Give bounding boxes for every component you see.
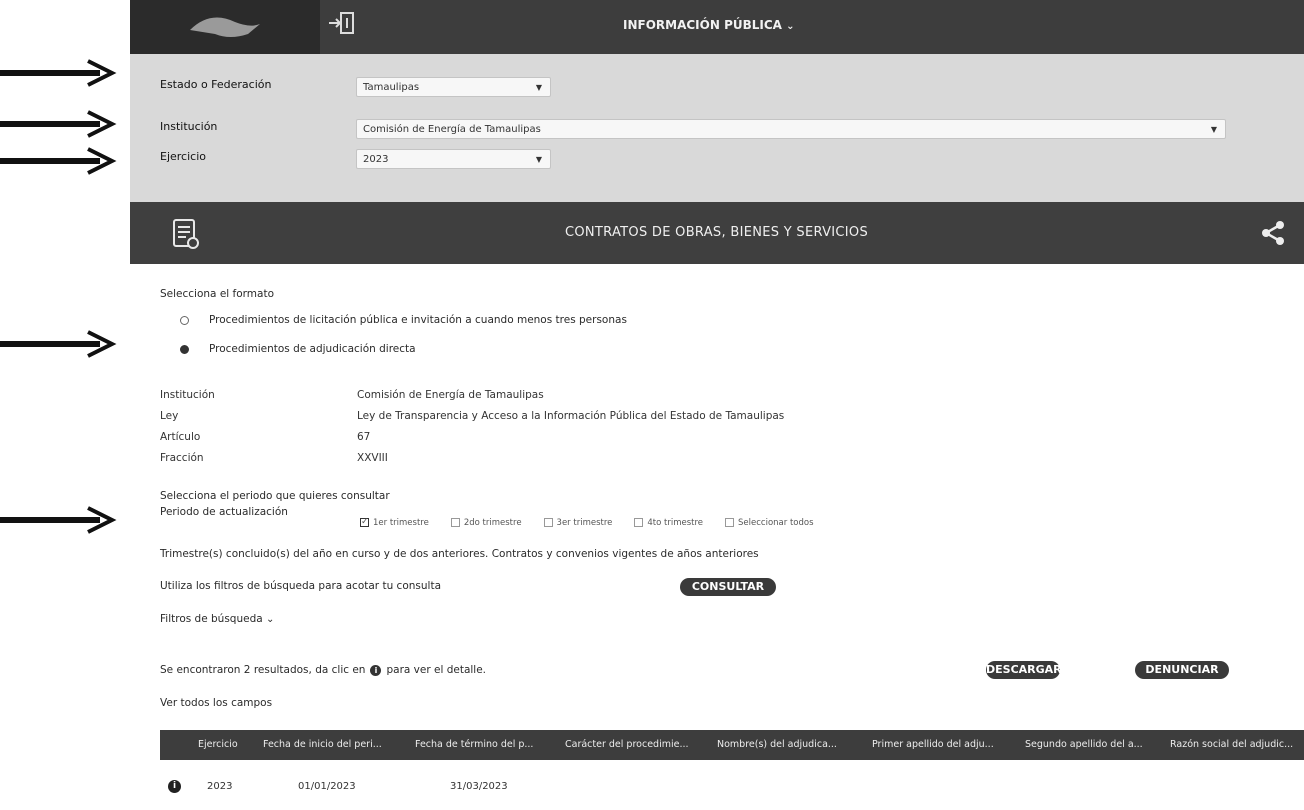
checkbox-icon[interactable] bbox=[725, 518, 735, 527]
filters-panel: Estado o Federación Tamaulipas ▼ Institu… bbox=[130, 54, 1304, 202]
info-icon: i bbox=[370, 664, 382, 676]
caret-down-icon: ▼ bbox=[535, 155, 542, 164]
meta-fraccion-value: XXVIII bbox=[357, 452, 388, 464]
share-icon[interactable] bbox=[1260, 220, 1286, 249]
results-summary-post: para ver el detalle. bbox=[386, 664, 487, 676]
column-header-razon-social[interactable]: Razón social del adjudic... bbox=[1170, 739, 1293, 750]
periodo-option-all[interactable]: Seleccionar todos bbox=[725, 518, 814, 528]
annotation-arrow-estado bbox=[0, 59, 117, 87]
periodo-label: Periodo de actualización bbox=[160, 506, 288, 518]
periodo-options: ✓ 1er trimestre 2do trimestre 3er trimest… bbox=[360, 518, 814, 528]
radio-adjudicacion[interactable] bbox=[180, 344, 189, 354]
format-option-adjudicacion-label: Procedimientos de adjudicación directa bbox=[209, 343, 416, 355]
column-header-ejercicio[interactable]: Ejercicio bbox=[198, 739, 238, 750]
periodo-option-2[interactable]: 2do trimestre bbox=[450, 518, 522, 528]
periodo-option-3[interactable]: 3er trimestre bbox=[543, 518, 613, 528]
periodo-option-1[interactable]: ✓ 1er trimestre bbox=[360, 518, 429, 528]
filtros-toggle[interactable]: Filtros de búsqueda ⌄ bbox=[160, 613, 274, 625]
format-option-licitacion-label: Procedimientos de licitación pública e i… bbox=[209, 314, 627, 326]
info-publica-menu[interactable]: INFORMACIÓN PÚBLICA ⌄ bbox=[623, 18, 795, 32]
top-bar: INFORMACIÓN PÚBLICA ⌄ bbox=[130, 0, 1304, 54]
ejercicio-label: Ejercicio bbox=[160, 150, 206, 163]
document-icon bbox=[172, 218, 200, 253]
checkbox-checked-icon[interactable]: ✓ bbox=[360, 518, 369, 527]
filtros-label: Filtros de búsqueda bbox=[160, 613, 263, 625]
estado-value: Tamaulipas bbox=[363, 82, 420, 93]
caret-down-icon: ▼ bbox=[535, 83, 542, 92]
periodo-option-4[interactable]: 4to trimestre bbox=[634, 518, 703, 528]
meta-institucion-value: Comisión de Energía de Tamaulipas bbox=[357, 389, 544, 401]
meta-articulo-key: Artículo bbox=[160, 431, 201, 443]
radio-licitacion[interactable] bbox=[180, 315, 189, 325]
info-publica-label: INFORMACIÓN PÚBLICA bbox=[623, 18, 782, 32]
meta-ley-value: Ley de Transparencia y Acceso a la Infor… bbox=[357, 410, 785, 422]
checkbox-icon[interactable] bbox=[450, 518, 460, 527]
ver-todos-link[interactable]: Ver todos los campos bbox=[160, 697, 272, 709]
cell-ejercicio: 2023 bbox=[207, 781, 233, 792]
periodo-note: Trimestre(s) concluido(s) del año en cur… bbox=[160, 548, 759, 560]
periodo-option-all-label: Seleccionar todos bbox=[738, 518, 814, 528]
cell-fecha-termino: 31/03/2023 bbox=[450, 781, 508, 792]
estado-label: Estado o Federación bbox=[160, 78, 272, 91]
periodo-option-2-label: 2do trimestre bbox=[463, 518, 522, 528]
ejercicio-select[interactable]: 2023 ▼ bbox=[356, 149, 551, 169]
section-title: CONTRATOS DE OBRAS, BIENES Y SERVICIOS bbox=[565, 225, 869, 240]
periodo-option-3-label: 3er trimestre bbox=[556, 518, 613, 528]
periodo-prompt: Selecciona el periodo que quieres consul… bbox=[160, 490, 390, 502]
institucion-value: Comisión de Energía de Tamaulipas bbox=[363, 124, 541, 135]
denunciar-button[interactable]: DENUNCIAR bbox=[1135, 661, 1229, 679]
annotation-arrow-formato bbox=[0, 330, 117, 358]
meta-institucion-key: Institución bbox=[160, 389, 215, 401]
column-header-fecha-inicio[interactable]: Fecha de inicio del peri... bbox=[263, 739, 382, 750]
annotation-arrow-institucion bbox=[0, 110, 117, 138]
meta-ley-key: Ley bbox=[160, 410, 179, 422]
format-prompt: Selecciona el formato bbox=[160, 288, 274, 300]
chevron-down-icon: ⌄ bbox=[786, 21, 795, 32]
descargar-button[interactable]: DESCARGAR bbox=[986, 661, 1062, 679]
institucion-select[interactable]: Comisión de Energía de Tamaulipas ▼ bbox=[356, 119, 1226, 139]
info-icon[interactable]: i bbox=[168, 780, 181, 793]
institucion-label: Institución bbox=[160, 120, 218, 133]
periodo-option-4-label: 4to trimestre bbox=[647, 518, 704, 528]
chevron-down-icon: ⌄ bbox=[266, 614, 275, 625]
consultar-button[interactable]: CONSULTAR bbox=[680, 578, 776, 596]
table-header: Ejercicio Fecha de inicio del peri... Fe… bbox=[160, 730, 1304, 760]
meta-articulo-value: 67 bbox=[357, 431, 371, 443]
estado-select[interactable]: Tamaulipas ▼ bbox=[356, 77, 551, 97]
search-hint: Utiliza los filtros de búsqueda para aco… bbox=[160, 580, 442, 592]
logo[interactable] bbox=[130, 0, 320, 54]
annotation-arrow-periodo bbox=[0, 506, 117, 534]
format-option-licitacion[interactable]: Procedimientos de licitación pública e i… bbox=[180, 314, 627, 326]
results-summary-pre: Se encontraron 2 resultados, da clic en bbox=[160, 664, 366, 676]
results-summary: Se encontraron 2 resultados, da clic en … bbox=[160, 664, 486, 676]
format-option-adjudicacion[interactable]: Procedimientos de adjudicación directa bbox=[180, 343, 416, 355]
column-header-nombre[interactable]: Nombre(s) del adjudica... bbox=[717, 739, 837, 750]
checkbox-icon[interactable] bbox=[634, 518, 644, 527]
caret-down-icon: ▼ bbox=[1210, 125, 1217, 134]
column-header-segundo-apellido[interactable]: Segundo apellido del a... bbox=[1025, 739, 1143, 750]
meta-fraccion-key: Fracción bbox=[160, 452, 204, 464]
checkbox-icon[interactable] bbox=[543, 518, 553, 527]
column-header-primer-apellido[interactable]: Primer apellido del adju... bbox=[872, 739, 994, 750]
section-bar: CONTRATOS DE OBRAS, BIENES Y SERVICIOS bbox=[130, 202, 1304, 264]
annotation-arrow-ejercicio bbox=[0, 147, 117, 175]
column-header-caracter[interactable]: Carácter del procedimie... bbox=[565, 739, 689, 750]
ejercicio-value: 2023 bbox=[363, 154, 389, 165]
column-header-fecha-termino[interactable]: Fecha de término del p... bbox=[415, 739, 533, 750]
login-icon[interactable] bbox=[328, 10, 356, 36]
periodo-option-1-label: 1er trimestre bbox=[373, 518, 429, 528]
cell-fecha-inicio: 01/01/2023 bbox=[298, 781, 356, 792]
